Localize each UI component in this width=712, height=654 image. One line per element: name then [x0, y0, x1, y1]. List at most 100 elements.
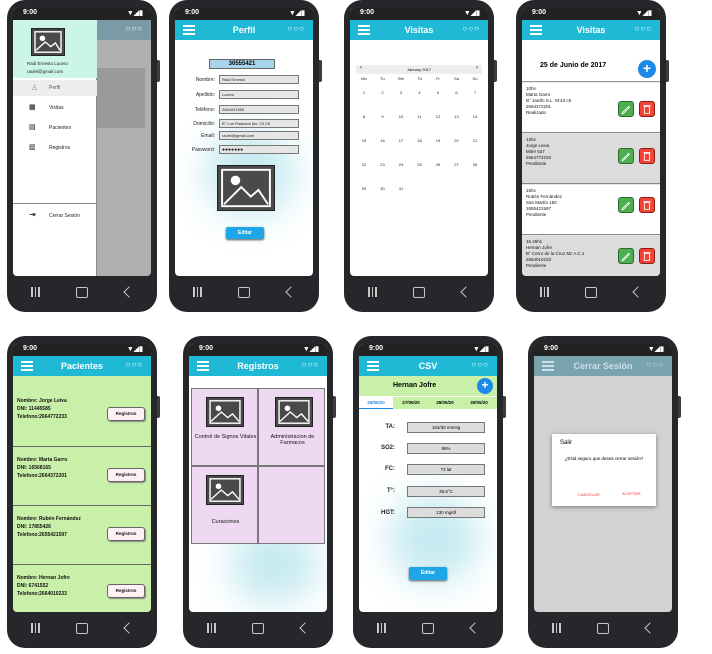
email-field[interactable]: raulel@gmail.com — [219, 131, 299, 140]
calendar-day[interactable]: 14 — [467, 114, 483, 119]
home-icon[interactable] — [585, 286, 598, 298]
more-icon[interactable]: ○○○ — [126, 356, 144, 374]
menu-icon[interactable] — [542, 361, 554, 371]
calendar-day[interactable]: 28 — [467, 162, 483, 167]
tab-date[interactable]: 28/05/20 — [428, 397, 462, 408]
menu-icon[interactable] — [367, 361, 379, 371]
drawer-item-logout[interactable]: ⇥ Cerrar Sesión — [13, 208, 97, 224]
domicilio-field[interactable]: B° Los Paraísos Mz. 24 C6 — [219, 119, 299, 128]
calendar-day[interactable]: 11 — [412, 114, 428, 119]
registros-button[interactable]: Registros — [107, 407, 145, 421]
drawer-item-perfil[interactable]: ♙ Perfil — [13, 80, 97, 96]
tab-date[interactable]: 27/05/20 — [394, 397, 428, 408]
more-icon[interactable]: ○○○ — [463, 20, 481, 38]
calendar-day[interactable]: 10 — [393, 114, 409, 119]
more-icon[interactable]: ○○○ — [647, 356, 665, 374]
signos-vitales-card[interactable]: Control de Signos Vitales — [191, 388, 258, 466]
recents-icon[interactable] — [193, 287, 202, 297]
back-icon[interactable] — [299, 622, 311, 634]
add-record-button[interactable]: + — [477, 378, 493, 394]
drawer-item-registros[interactable]: ▥ Registros — [13, 140, 97, 156]
trash-icon[interactable] — [639, 148, 655, 164]
recents-icon[interactable] — [207, 623, 216, 633]
drawer-item-pacientes[interactable]: ▤ Pacientes — [13, 120, 97, 136]
back-icon[interactable] — [123, 286, 135, 298]
edit-button[interactable]: Editar — [409, 567, 447, 580]
recents-icon[interactable] — [540, 287, 549, 297]
tab-date[interactable]: 25/05/20 — [359, 397, 393, 409]
home-icon[interactable] — [597, 622, 610, 634]
recents-icon[interactable] — [377, 623, 386, 633]
tab-date[interactable]: 30/05/20 — [462, 397, 496, 408]
home-icon[interactable] — [252, 622, 265, 634]
home-icon[interactable] — [238, 286, 251, 298]
more-icon[interactable]: ○○○ — [126, 20, 144, 38]
edit-icon[interactable] — [618, 148, 634, 164]
telefono-field[interactable]: 2664021555 — [219, 105, 299, 114]
calendar-day[interactable]: 7 — [467, 90, 483, 95]
so2-field[interactable]: 95% — [407, 443, 485, 454]
add-visit-button[interactable]: + — [638, 60, 656, 78]
recents-icon[interactable] — [368, 287, 377, 297]
registros-button[interactable]: Registros — [107, 527, 145, 541]
calendar-day[interactable]: 13 — [449, 114, 465, 119]
password-field[interactable]: ●●●●●●● — [219, 145, 299, 154]
back-icon[interactable] — [460, 286, 472, 298]
home-icon[interactable] — [76, 286, 89, 298]
calendar-day[interactable]: 1 — [356, 90, 372, 95]
recents-icon[interactable] — [552, 623, 561, 633]
nombre-field[interactable]: Raúl Ernesto — [219, 75, 299, 84]
hgt-field[interactable]: 130 mg/dl — [407, 507, 485, 518]
more-icon[interactable]: ○○○ — [472, 356, 490, 374]
calendar-day[interactable]: 19 — [430, 138, 446, 143]
calendar-day[interactable]: 5 — [430, 90, 446, 95]
menu-icon[interactable] — [197, 361, 209, 371]
calendar-day[interactable]: 30 — [375, 186, 391, 191]
visit-item[interactable]: 10hs Marta Garro B° Jardín S.L. M:43 c9 266… — [522, 83, 660, 133]
calendar-day[interactable]: 23 — [375, 162, 391, 167]
cancel-button[interactable]: CANCELAR — [578, 492, 600, 497]
registros-button[interactable]: Registros — [107, 584, 145, 598]
home-icon[interactable] — [76, 622, 89, 634]
calendar-day[interactable]: 12 — [430, 114, 446, 119]
more-icon[interactable]: ○○○ — [635, 20, 653, 38]
accept-button[interactable]: ACEPTAR — [622, 491, 641, 496]
calendar-day[interactable]: 21 — [467, 138, 483, 143]
menu-icon[interactable] — [183, 25, 195, 35]
recents-icon[interactable] — [31, 623, 40, 633]
calendar-day[interactable]: 18 — [412, 138, 428, 143]
calendar-day[interactable]: 22 — [356, 162, 372, 167]
menu-icon[interactable] — [21, 361, 33, 371]
calendar-day[interactable]: 20 — [449, 138, 465, 143]
recents-icon[interactable] — [31, 287, 40, 297]
edit-icon[interactable] — [618, 101, 634, 117]
back-icon[interactable] — [123, 622, 135, 634]
calendar-day[interactable]: 17 — [393, 138, 409, 143]
drawer-item-visitas[interactable]: ▦ Visitas — [13, 100, 97, 116]
trash-icon[interactable] — [639, 248, 655, 264]
calendar-day[interactable]: 29 — [356, 186, 372, 191]
home-icon[interactable] — [413, 286, 426, 298]
visit-item[interactable]: 12hs Jorge Leiva Mitre 537 2664772233 Pendie… — [522, 134, 660, 184]
curaciones-card[interactable]: Curaciones — [191, 466, 258, 544]
farmacos-card[interactable]: Administracion de Farmacos — [258, 388, 325, 466]
trash-icon[interactable] — [639, 101, 655, 117]
calendar-day[interactable]: 27 — [449, 162, 465, 167]
calendar-day[interactable]: 31 — [393, 186, 409, 191]
calendar-day[interactable]: 26 — [430, 162, 446, 167]
back-icon[interactable] — [644, 622, 656, 634]
back-icon[interactable] — [469, 622, 481, 634]
trash-icon[interactable] — [639, 197, 655, 213]
calendar-day[interactable]: 9 — [375, 114, 391, 119]
more-icon[interactable]: ○○○ — [302, 356, 320, 374]
apellido-field[interactable]: Lucero — [219, 90, 299, 99]
calendar-day[interactable]: 6 — [449, 90, 465, 95]
ta-field[interactable]: 153/30 mmHg — [407, 422, 485, 433]
calendar-day[interactable]: 16 — [375, 138, 391, 143]
visit-item[interactable]: 15.45hs Hernan Jofre B° Cerro de la Cruz M… — [522, 236, 660, 276]
calendar-day[interactable]: 3 — [393, 90, 409, 95]
fc-field[interactable]: 73 lat — [407, 464, 485, 475]
calendar-day[interactable]: 25 — [412, 162, 428, 167]
menu-icon[interactable] — [530, 25, 542, 35]
calendar-day[interactable]: 15 — [356, 138, 372, 143]
